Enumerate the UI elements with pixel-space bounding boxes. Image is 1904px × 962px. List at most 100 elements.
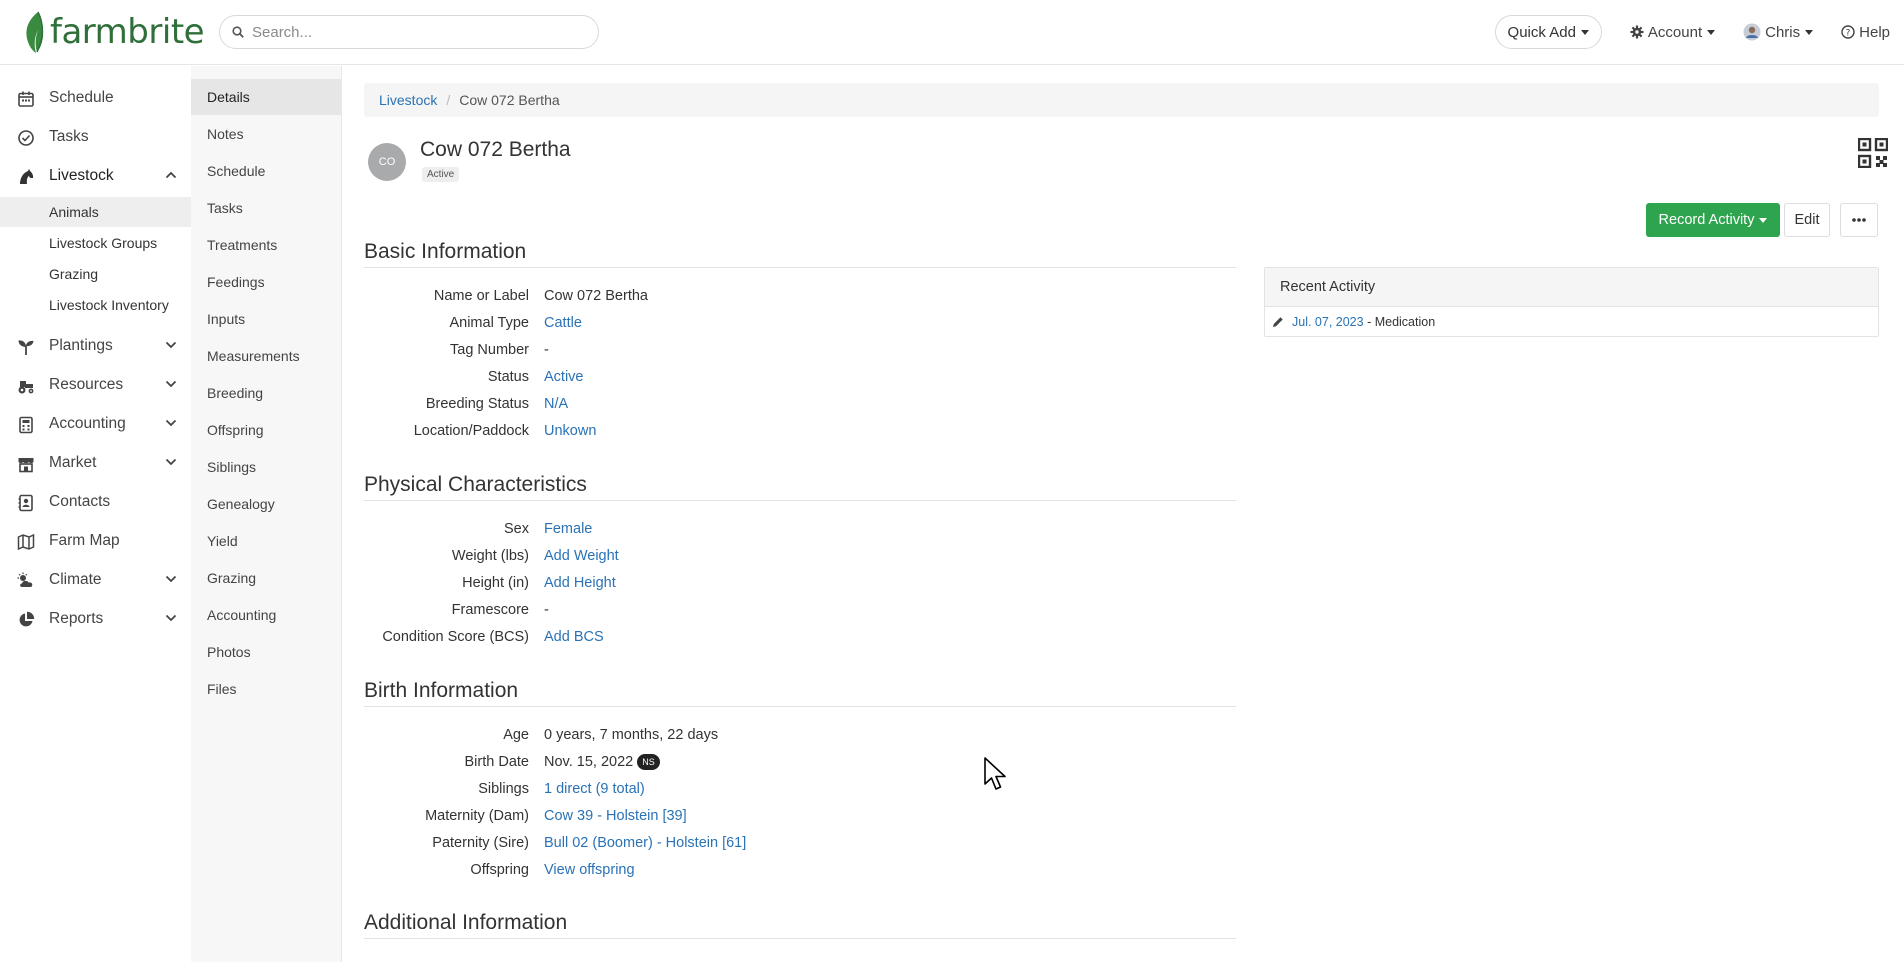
chevron-down-icon[interactable] (165, 458, 177, 466)
animal-type-link[interactable]: Cattle (544, 315, 582, 331)
sidebar-item-label: Reports (49, 610, 104, 627)
subnav-label: Grazing (207, 570, 257, 586)
subnav-label: Schedule (207, 163, 266, 179)
sidebar-item-label: Accounting (49, 415, 126, 432)
subnav-accounting[interactable]: Accounting (191, 597, 341, 633)
sidebar-subitem-livestock-groups[interactable]: Livestock Groups (0, 228, 191, 258)
sidebar-item-farm-map[interactable]: Farm Map (0, 522, 191, 560)
edit-button[interactable]: Edit (1784, 203, 1830, 237)
animal-avatar: CO (368, 143, 406, 181)
subnav-feedings[interactable]: Feedings (191, 264, 341, 300)
subnav-tasks[interactable]: Tasks (191, 190, 341, 226)
help-link[interactable]: ? Help (1841, 24, 1890, 41)
field-label: Maternity (Dam) (425, 808, 529, 824)
chevron-down-icon[interactable] (165, 614, 177, 622)
field-label: Siblings (478, 781, 529, 797)
recent-activity-text: - Medication (1363, 315, 1436, 329)
subnav-details[interactable]: Details (191, 79, 341, 115)
sidebar-item-plantings[interactable]: Plantings (0, 327, 191, 365)
quick-add-button[interactable]: Quick Add (1494, 15, 1602, 49)
dam-link[interactable]: Cow 39 - Holstein [39] (544, 808, 687, 824)
sidebar-item-resources[interactable]: Resources (0, 366, 191, 404)
location-link[interactable]: Unkown (544, 423, 596, 439)
status-link[interactable]: Active (544, 369, 584, 385)
sidebar-item-label: Livestock (49, 167, 114, 184)
caret-down-icon (1580, 29, 1589, 35)
recent-activity-title: Recent Activity (1265, 268, 1878, 307)
sex-link[interactable]: Female (544, 521, 592, 537)
user-name: Chris (1765, 23, 1801, 41)
chevron-up-icon[interactable] (165, 171, 177, 179)
chevron-down-icon[interactable] (165, 419, 177, 427)
map-icon (17, 533, 35, 551)
sidebar-item-label: Farm Map (49, 532, 120, 549)
sire-link[interactable]: Bull 02 (Boomer) - Holstein [61] (544, 835, 746, 851)
field-label: Offspring (470, 862, 529, 878)
subnav-offspring[interactable]: Offspring (191, 412, 341, 448)
subnav-photos[interactable]: Photos (191, 634, 341, 670)
view-offspring-link[interactable]: View offspring (544, 862, 635, 878)
subnav-measurements[interactable]: Measurements (191, 338, 341, 374)
sidebar-item-label: Contacts (49, 493, 111, 510)
subnav-inputs[interactable]: Inputs (191, 301, 341, 337)
sidebar-item-contacts[interactable]: Contacts (0, 483, 191, 521)
user-menu[interactable]: Chris (1743, 23, 1814, 41)
ns-badge: NS (637, 754, 660, 770)
add-height-link[interactable]: Add Height (544, 575, 616, 591)
field-label: Name or Label (433, 288, 529, 304)
sidebar-subitem-label: Animals (49, 204, 99, 220)
sidebar-item-climate[interactable]: Climate (0, 561, 191, 599)
sidebar-item-market[interactable]: Market (0, 444, 191, 482)
field-value: - (544, 342, 549, 358)
sidebar-item-accounting[interactable]: Accounting (0, 405, 191, 443)
subnav-treatments[interactable]: Treatments (191, 227, 341, 263)
subnav-label: Files (207, 681, 237, 697)
subnav-yield[interactable]: Yield (191, 523, 341, 559)
field-paternity: Paternity (Sire) Bull 02 (Boomer) - Holst… (364, 835, 1236, 857)
more-options-button[interactable] (1840, 203, 1878, 237)
subnav-notes[interactable]: Notes (191, 116, 341, 152)
caret-down-icon (1805, 29, 1814, 35)
recent-activity-date-link[interactable]: Jul. 07, 2023 (1292, 315, 1364, 329)
field-tag-number: Tag Number - (364, 342, 1236, 364)
breadcrumb-livestock-link[interactable]: Livestock (379, 92, 437, 108)
search-box[interactable] (219, 15, 599, 49)
sidebar-subitem-grazing[interactable]: Grazing (0, 259, 191, 289)
sidebar-subitem-animals[interactable]: Animals (0, 197, 191, 227)
field-weight: Weight (lbs) Add Weight (364, 548, 1236, 570)
subnav-breeding[interactable]: Breeding (191, 375, 341, 411)
sidebar-item-schedule[interactable]: Schedule (0, 79, 191, 117)
field-offspring: Offspring View offspring (364, 862, 1236, 884)
sidebar-item-livestock[interactable]: Livestock (0, 157, 191, 195)
subnav-schedule[interactable]: Schedule (191, 153, 341, 189)
sidebar-subitem-livestock-inventory[interactable]: Livestock Inventory (0, 290, 191, 320)
basic-info-heading: Basic Information (364, 240, 1236, 268)
qr-code-icon[interactable] (1858, 138, 1888, 168)
sidebar-subitem-label: Livestock Groups (49, 235, 158, 251)
chevron-down-icon[interactable] (165, 341, 177, 349)
caret-down-icon (1707, 29, 1716, 35)
chevron-down-icon[interactable] (165, 575, 177, 583)
field-location-paddock: Location/Paddock Unkown (364, 423, 1236, 445)
sprout-icon (18, 340, 34, 355)
sidebar-item-reports[interactable]: Reports (0, 600, 191, 638)
field-label: Breeding Status (425, 396, 529, 412)
siblings-link[interactable]: 1 direct (9 total) (544, 781, 645, 797)
chevron-down-icon[interactable] (165, 380, 177, 388)
subnav-files[interactable]: Files (191, 671, 341, 707)
calculator-icon (19, 416, 33, 434)
mouse-cursor-icon (984, 757, 1006, 790)
breeding-status-link[interactable]: N/A (544, 396, 568, 412)
account-menu[interactable]: Account (1630, 24, 1716, 41)
search-input[interactable] (252, 23, 572, 41)
add-bcs-link[interactable]: Add BCS (544, 629, 604, 645)
subnav-siblings[interactable]: Siblings (191, 449, 341, 485)
farmbrite-logo[interactable]: farmbrite (22, 10, 205, 54)
record-activity-button[interactable]: Record Activity (1646, 203, 1780, 237)
subnav-grazing[interactable]: Grazing (191, 560, 341, 596)
sidebar-item-tasks[interactable]: Tasks (0, 118, 191, 156)
field-label: Animal Type (449, 315, 529, 331)
subnav-label: Offspring (207, 422, 264, 438)
subnav-genealogy[interactable]: Genealogy (191, 486, 341, 522)
add-weight-link[interactable]: Add Weight (544, 548, 619, 564)
